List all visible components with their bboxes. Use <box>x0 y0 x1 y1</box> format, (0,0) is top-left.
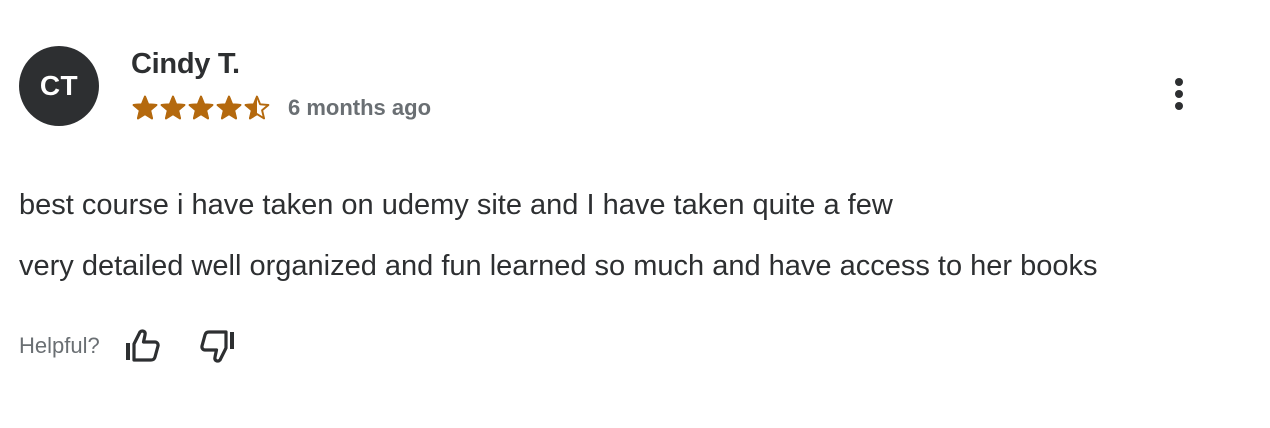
review-date: 6 months ago <box>288 95 432 120</box>
review-text: best course i have taken on udemy site a… <box>19 175 1249 297</box>
star-icon <box>216 95 242 120</box>
avatar-initials: CT <box>39 70 79 101</box>
reviewer-name: Cindy T. <box>131 48 240 80</box>
thumbs-down-button[interactable] <box>196 324 240 368</box>
helpful-label: Helpful? <box>19 333 100 358</box>
thumbs-up-button[interactable] <box>120 324 164 368</box>
star-half-icon <box>244 95 270 120</box>
star-rating <box>132 95 270 121</box>
avatar: CT <box>19 46 99 126</box>
review-card: CT Cindy T. 6 months ago best course i h… <box>0 0 1270 428</box>
more-vertical-icon-dot <box>1175 102 1183 110</box>
more-vertical-icon-dot <box>1175 90 1183 98</box>
more-vertical-icon <box>1175 78 1183 86</box>
more-options-button[interactable] <box>1164 74 1194 114</box>
helpful-row: Helpful? <box>19 324 272 368</box>
star-icon <box>160 95 186 120</box>
review-text-line: best course i have taken on udemy site a… <box>19 189 893 221</box>
thumbs-down-icon <box>200 330 234 363</box>
rating-row: 6 months ago <box>132 93 431 123</box>
review-text-line: very detailed well organized and fun lea… <box>19 250 1098 282</box>
star-icon <box>188 95 214 120</box>
star-icon <box>132 95 158 120</box>
thumbs-up-icon <box>125 329 160 362</box>
